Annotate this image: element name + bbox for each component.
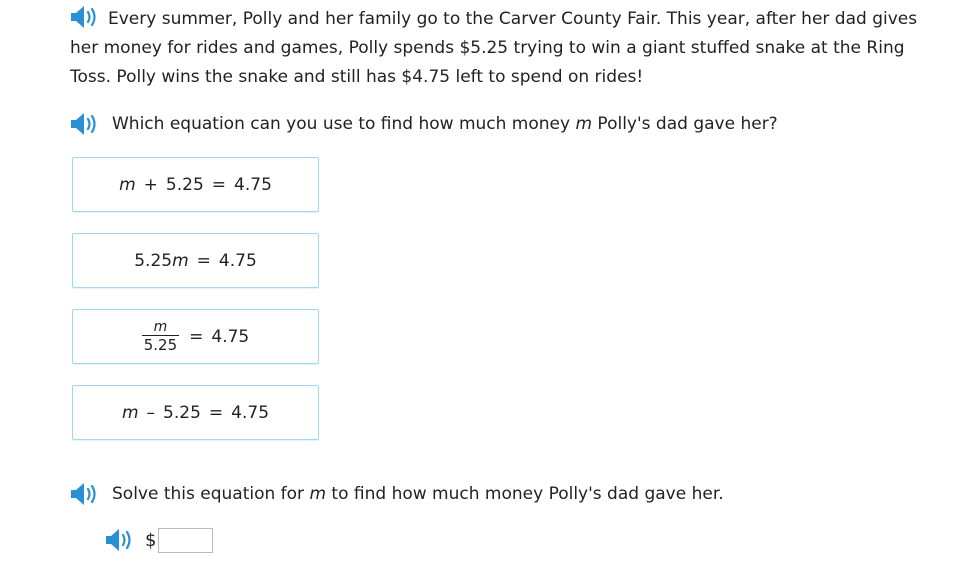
choice-coefficient: 5.25 — [134, 250, 173, 271]
choice-equals: = — [196, 250, 211, 271]
choice-m-plus-5-25[interactable]: m + 5.25 = 4.75 — [72, 157, 319, 212]
choice-equals: = — [208, 402, 224, 423]
answer-input[interactable] — [158, 527, 214, 553]
speaker-icon[interactable] — [70, 111, 100, 137]
choice-number: 5.25 — [165, 174, 204, 195]
choice-equals: = — [189, 326, 204, 347]
choice-m-minus-5-25[interactable]: m – 5.25 = 4.75 — [72, 385, 319, 440]
speaker-icon[interactable] — [70, 4, 100, 30]
speaker-icon[interactable] — [70, 481, 100, 507]
fraction-numerator: m — [153, 319, 168, 335]
question-solve: Solve this equation for m to find how mu… — [70, 480, 724, 508]
choice-m-over-5-25[interactable]: m 5.25 = 4.75 — [72, 309, 319, 364]
choice-operator: – — [146, 402, 156, 423]
choice-operator: + — [143, 174, 158, 195]
answer-row: $ — [105, 527, 214, 553]
question2-text-before: Solve this equation for — [112, 484, 310, 504]
intro-paragraph: Every summer, Polly and her family go to… — [70, 5, 920, 92]
choice-variable: m — [121, 402, 139, 423]
question1-variable: m — [575, 114, 593, 134]
intro-text: Every summer, Polly and her family go to… — [70, 9, 918, 87]
choice-rhs: 4.75 — [211, 326, 250, 347]
choice-number: 5.25 — [163, 402, 201, 423]
question1-text-after: Polly's dad gave her? — [592, 114, 778, 134]
question-equation: Which equation can you use to find how m… — [70, 110, 778, 138]
choice-variable: m — [119, 174, 136, 195]
fraction-denominator: 5.25 — [143, 336, 178, 354]
question1-text-before: Which equation can you use to find how m… — [112, 114, 576, 134]
choice-5-25m[interactable]: 5.25 m = 4.75 — [72, 233, 319, 288]
choice-rhs: 4.75 — [218, 250, 257, 271]
choice-rhs: 4.75 — [234, 174, 272, 195]
fraction: m 5.25 — [141, 319, 180, 354]
speaker-icon[interactable] — [105, 527, 135, 553]
choice-variable: m — [172, 250, 189, 271]
choice-equals: = — [211, 174, 227, 195]
choice-rhs: 4.75 — [231, 402, 270, 423]
question2-variable: m — [309, 484, 327, 504]
currency-symbol: $ — [145, 529, 157, 551]
question2-text-after: to find how much money Polly's dad gave … — [326, 484, 724, 504]
